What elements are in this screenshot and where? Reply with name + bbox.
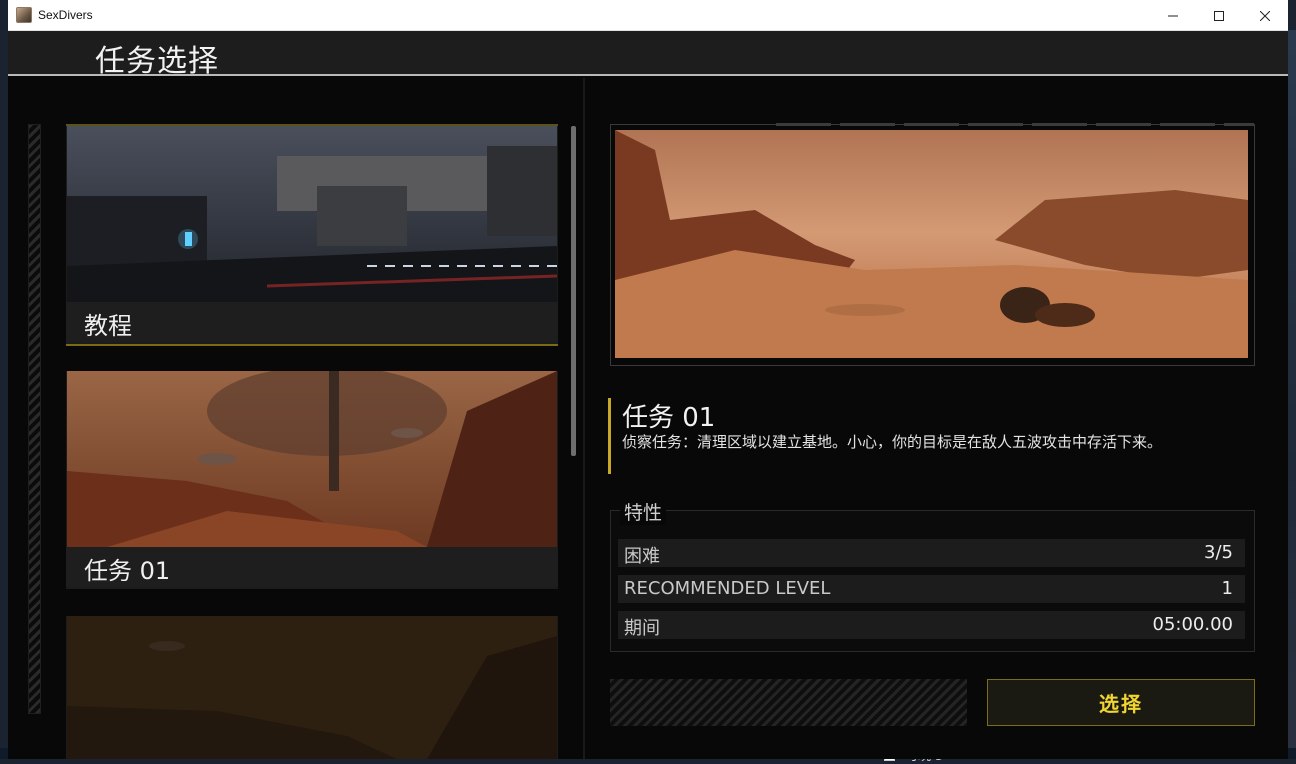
mission-card-01[interactable]: 任务 01 <box>66 371 558 589</box>
window-title: SexDivers <box>38 8 93 22</box>
mission-preview-image <box>615 130 1248 358</box>
mission-detail-description: 侦察任务：清理区域以建立基地。小心，你的目标是在敌人五波攻击中存活下来。 <box>622 433 1163 451</box>
mission-label-bar: 教程 <box>66 302 558 342</box>
property-value: 1 <box>1221 578 1233 599</box>
property-key: 期间 <box>624 618 660 639</box>
mission-thumbnail-02 <box>67 616 557 759</box>
mission-thumbnail-01 <box>67 371 557 547</box>
maximize-button[interactable] <box>1196 0 1242 31</box>
mission-select-panel: 教程 任务 01 任务 01 侦察任务：清理区域以建立基地。小心，你的目标是在敌… <box>8 78 1288 759</box>
close-button[interactable] <box>1242 0 1288 31</box>
mission-label-01: 任务 01 <box>84 557 171 585</box>
property-value: 3/5 <box>1204 542 1233 563</box>
mission-thumbnail-tutorial <box>67 126 557 302</box>
mission-accent-line <box>608 398 611 474</box>
property-key: 困难 <box>624 546 660 567</box>
minimize-button[interactable] <box>1150 0 1196 31</box>
property-value: 05:00.00 <box>1152 614 1234 635</box>
property-row-difficulty: 困难 3/5 <box>618 539 1245 567</box>
window-titlebar[interactable]: SexDivers <box>8 0 1288 31</box>
hazard-stripe-decoration <box>28 124 41 714</box>
hatch-decoration-bar <box>610 679 967 726</box>
property-row-duration: 期间 05:00.00 <box>618 611 1245 639</box>
property-key: RECOMMENDED LEVEL <box>624 578 831 599</box>
properties-title: 特性 <box>620 498 667 525</box>
window-controls <box>1150 0 1288 31</box>
app-icon <box>16 7 32 23</box>
mission-list-scrollbar[interactable] <box>571 126 576 456</box>
select-button[interactable]: 选择 <box>987 679 1255 726</box>
mission-label-tutorial: 教程 <box>84 312 132 340</box>
app-window: SexDivers 任务选择 教程 任务 01 任务 01 侦察任务：清理区域以… <box>8 0 1288 759</box>
mission-card-02[interactable] <box>66 616 558 759</box>
close-icon <box>1260 10 1270 21</box>
property-row-recommended-level: RECOMMENDED LEVEL 1 <box>618 575 1245 603</box>
mission-card-tutorial[interactable]: 教程 <box>66 124 558 346</box>
mission-detail-title: 任务 01 <box>622 403 716 433</box>
minimize-icon <box>1168 15 1178 16</box>
panel-divider <box>583 78 585 759</box>
page-title: 任务选择 <box>95 44 219 79</box>
mission-label-bar: 任务 01 <box>66 547 558 587</box>
game-header: 任务选择 <box>8 31 1288 79</box>
maximize-icon <box>1214 10 1224 21</box>
desktop-background <box>1288 30 1296 759</box>
